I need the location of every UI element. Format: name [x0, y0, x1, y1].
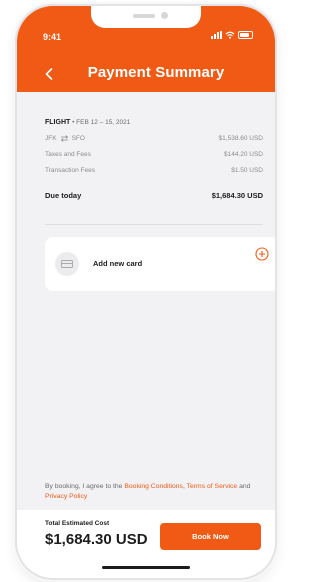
checkout-bar: Total Estimated Cost $1,684.30 USD Book …	[17, 510, 275, 578]
due-label: Due today	[45, 190, 82, 200]
swap-icon	[60, 134, 68, 142]
add-circle-icon[interactable]	[255, 247, 269, 261]
due-value: $1,684.30 USD	[211, 190, 263, 200]
terms-prefix: By booking, I agree to the	[45, 483, 125, 490]
total-value: $1,684.30 USD	[45, 531, 148, 548]
privacy-policy-link[interactable]: Privacy Policy	[45, 493, 87, 500]
flight-row: FLIGHT • FEB 12 – 15, 2021	[45, 114, 263, 130]
route-row: JFK SFO $1,538.60 USD	[45, 130, 263, 146]
flight-dates: • FEB 12 – 15, 2021	[72, 118, 131, 126]
transaction-label: Transaction Fees	[45, 166, 95, 174]
home-indicator	[102, 566, 190, 569]
add-card-button[interactable]: Add new card	[45, 237, 275, 291]
terms-and: and	[237, 483, 251, 490]
price-summary: FLIGHT • FEB 12 – 15, 2021 JFK SFO $1,53…	[45, 114, 263, 204]
booking-conditions-link[interactable]: Booking Conditions	[124, 483, 183, 490]
phone-frame: 9:41 Payment Summary FLIGHT • FEB 12 – 1…	[17, 6, 275, 578]
route-to: SFO	[71, 134, 85, 142]
flight-heading: FLIGHT • FEB 12 – 15, 2021	[45, 119, 130, 126]
battery-icon	[238, 31, 253, 39]
route-price: $1,538.60 USD	[218, 134, 263, 142]
book-now-button[interactable]: Book Now	[160, 523, 261, 550]
signal-icon	[211, 31, 222, 39]
total-label: Total Estimated Cost	[45, 520, 110, 527]
transaction-row: Transaction Fees $1.50 USD	[45, 162, 263, 178]
taxes-value: $144.20 USD	[223, 150, 263, 158]
card-icon	[61, 260, 73, 268]
status-time: 9:41	[43, 32, 62, 42]
wifi-icon	[225, 31, 235, 39]
terms-of-service-link[interactable]: Terms of Service	[187, 483, 238, 490]
due-row: Due today $1,684.30 USD	[45, 186, 263, 204]
transaction-value: $1.50 USD	[231, 166, 263, 174]
device-notch	[91, 6, 201, 28]
terms-text: By booking, I agree to the Booking Condi…	[45, 482, 265, 502]
flight-label: FLIGHT	[45, 118, 71, 126]
route: JFK SFO	[45, 135, 85, 142]
divider	[45, 224, 263, 225]
taxes-label: Taxes and Fees	[45, 150, 91, 158]
route-from: JFK	[45, 134, 57, 142]
card-icon-circle	[55, 252, 79, 276]
taxes-row: Taxes and Fees $144.20 USD	[45, 146, 263, 162]
speaker	[133, 14, 155, 18]
camera	[161, 12, 168, 19]
add-card-label: Add new card	[93, 259, 143, 268]
page-title: Payment Summary	[87, 64, 225, 81]
status-icons	[211, 31, 253, 39]
